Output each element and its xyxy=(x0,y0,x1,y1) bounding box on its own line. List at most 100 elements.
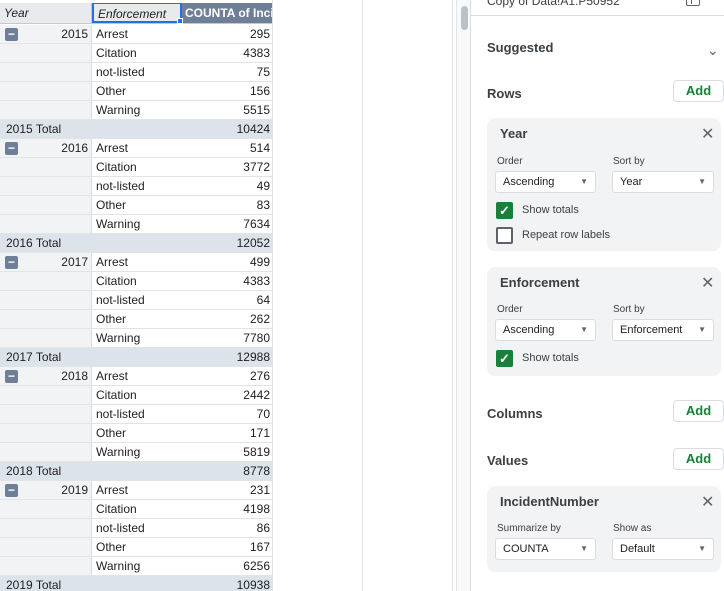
year-cell[interactable] xyxy=(0,177,92,195)
total-label-cell[interactable]: 2016 Total xyxy=(0,234,182,252)
enforcement-cell[interactable]: Citation xyxy=(92,500,182,518)
count-cell[interactable]: 75 xyxy=(182,63,272,81)
total-label-cell[interactable]: 2019 Total xyxy=(0,576,182,591)
count-cell[interactable]: 514 xyxy=(182,139,272,157)
enforcement-cell[interactable]: Warning xyxy=(92,101,182,119)
count-cell[interactable]: 6256 xyxy=(182,557,272,575)
year-cell[interactable]: − 2019 xyxy=(0,481,92,499)
enforcement-cell[interactable]: not-listed xyxy=(92,291,182,309)
enforcement-cell[interactable]: Other xyxy=(92,82,182,100)
add-columns-button[interactable]: Add xyxy=(673,400,724,422)
count-cell[interactable]: 2442 xyxy=(182,386,272,404)
show-totals-checkbox[interactable]: ✓ xyxy=(496,350,513,367)
count-cell[interactable]: 276 xyxy=(182,367,272,385)
count-cell[interactable]: 7634 xyxy=(182,215,272,233)
close-icon[interactable]: ✕ xyxy=(701,492,714,512)
enforcement-cell[interactable]: Warning xyxy=(92,443,182,461)
total-label-cell[interactable]: 2015 Total xyxy=(0,120,182,138)
enforcement-cell[interactable]: not-listed xyxy=(92,63,182,81)
chevron-down-icon[interactable]: ⌄ xyxy=(707,42,719,59)
enforcement-cell[interactable]: Warning xyxy=(92,557,182,575)
enforcement-cell[interactable]: Arrest xyxy=(92,481,182,499)
year-cell[interactable] xyxy=(0,291,92,309)
enforcement-cell[interactable]: Other xyxy=(92,310,182,328)
enforcement-cell[interactable]: Other xyxy=(92,196,182,214)
count-cell[interactable]: 231 xyxy=(182,481,272,499)
year-cell[interactable]: − 2015 xyxy=(0,25,92,43)
collapse-icon[interactable]: − xyxy=(5,484,18,497)
year-cell[interactable] xyxy=(0,101,92,119)
order-dropdown[interactable]: Ascending ▼ xyxy=(495,319,596,341)
scrollbar-thumb[interactable] xyxy=(461,6,468,30)
header-year-cell[interactable]: Year xyxy=(0,3,92,23)
count-cell[interactable]: 5819 xyxy=(182,443,272,461)
enforcement-cell[interactable]: not-listed xyxy=(92,519,182,537)
repeat-row-labels-checkbox[interactable] xyxy=(496,227,513,244)
total-value-cell[interactable]: 12052 xyxy=(182,234,272,252)
year-cell[interactable] xyxy=(0,63,92,81)
count-cell[interactable]: 167 xyxy=(182,538,272,556)
suggested-title[interactable]: Suggested xyxy=(487,40,553,55)
enforcement-cell[interactable]: not-listed xyxy=(92,405,182,423)
total-value-cell[interactable]: 12988 xyxy=(182,348,272,366)
year-cell[interactable]: − 2016 xyxy=(0,139,92,157)
count-cell[interactable]: 171 xyxy=(182,424,272,442)
year-cell[interactable] xyxy=(0,443,92,461)
count-cell[interactable]: 262 xyxy=(182,310,272,328)
year-cell[interactable] xyxy=(0,329,92,347)
year-cell[interactable] xyxy=(0,196,92,214)
year-cell[interactable] xyxy=(0,82,92,100)
total-value-cell[interactable]: 10938 xyxy=(182,576,272,591)
collapse-icon[interactable]: − xyxy=(5,370,18,383)
collapse-icon[interactable]: − xyxy=(5,142,18,155)
close-icon[interactable]: ✕ xyxy=(701,124,714,144)
year-cell[interactable] xyxy=(0,500,92,518)
collapse-icon[interactable]: − xyxy=(5,28,18,41)
year-cell[interactable] xyxy=(0,272,92,290)
count-cell[interactable]: 3772 xyxy=(182,158,272,176)
year-cell[interactable] xyxy=(0,158,92,176)
select-range-icon[interactable] xyxy=(686,0,700,6)
summarize-dropdown[interactable]: COUNTA ▼ xyxy=(495,538,596,560)
count-cell[interactable]: 4383 xyxy=(182,272,272,290)
spreadsheet-grid[interactable]: Year Enforcement COUNTA of Incid − 2015 Ar… xyxy=(0,0,456,591)
enforcement-cell[interactable]: Arrest xyxy=(92,25,182,43)
count-cell[interactable]: 4198 xyxy=(182,500,272,518)
enforcement-cell[interactable]: Other xyxy=(92,538,182,556)
year-cell[interactable] xyxy=(0,538,92,556)
year-cell[interactable] xyxy=(0,405,92,423)
order-dropdown[interactable]: Ascending ▼ xyxy=(495,171,596,193)
count-cell[interactable]: 156 xyxy=(182,82,272,100)
count-cell[interactable]: 70 xyxy=(182,405,272,423)
count-cell[interactable]: 83 xyxy=(182,196,272,214)
enforcement-cell[interactable]: Arrest xyxy=(92,139,182,157)
enforcement-cell[interactable]: Citation xyxy=(92,44,182,62)
header-enforcement-cell[interactable]: Enforcement xyxy=(92,3,182,23)
sortby-dropdown[interactable]: Year ▼ xyxy=(612,171,714,193)
year-cell[interactable] xyxy=(0,215,92,233)
close-icon[interactable]: ✕ xyxy=(701,273,714,293)
count-cell[interactable]: 5515 xyxy=(182,101,272,119)
collapse-icon[interactable]: − xyxy=(5,256,18,269)
total-value-cell[interactable]: 8778 xyxy=(182,462,272,480)
total-label-cell[interactable]: 2017 Total xyxy=(0,348,182,366)
add-values-button[interactable]: Add xyxy=(673,448,724,470)
enforcement-cell[interactable]: Warning xyxy=(92,215,182,233)
count-cell[interactable]: 64 xyxy=(182,291,272,309)
enforcement-cell[interactable]: Citation xyxy=(92,158,182,176)
showas-dropdown[interactable]: Default ▼ xyxy=(612,538,714,560)
year-cell[interactable]: − 2018 xyxy=(0,367,92,385)
show-totals-checkbox[interactable]: ✓ xyxy=(496,202,513,219)
header-value-cell[interactable]: COUNTA of Incid xyxy=(182,3,272,23)
year-cell[interactable] xyxy=(0,557,92,575)
count-cell[interactable]: 4383 xyxy=(182,44,272,62)
count-cell[interactable]: 49 xyxy=(182,177,272,195)
selection-fill-handle[interactable] xyxy=(177,18,183,24)
enforcement-cell[interactable]: Citation xyxy=(92,386,182,404)
year-cell[interactable]: − 2017 xyxy=(0,253,92,271)
count-cell[interactable]: 499 xyxy=(182,253,272,271)
year-cell[interactable] xyxy=(0,44,92,62)
vertical-scrollbar[interactable] xyxy=(456,0,471,591)
enforcement-cell[interactable]: Citation xyxy=(92,272,182,290)
year-cell[interactable] xyxy=(0,386,92,404)
